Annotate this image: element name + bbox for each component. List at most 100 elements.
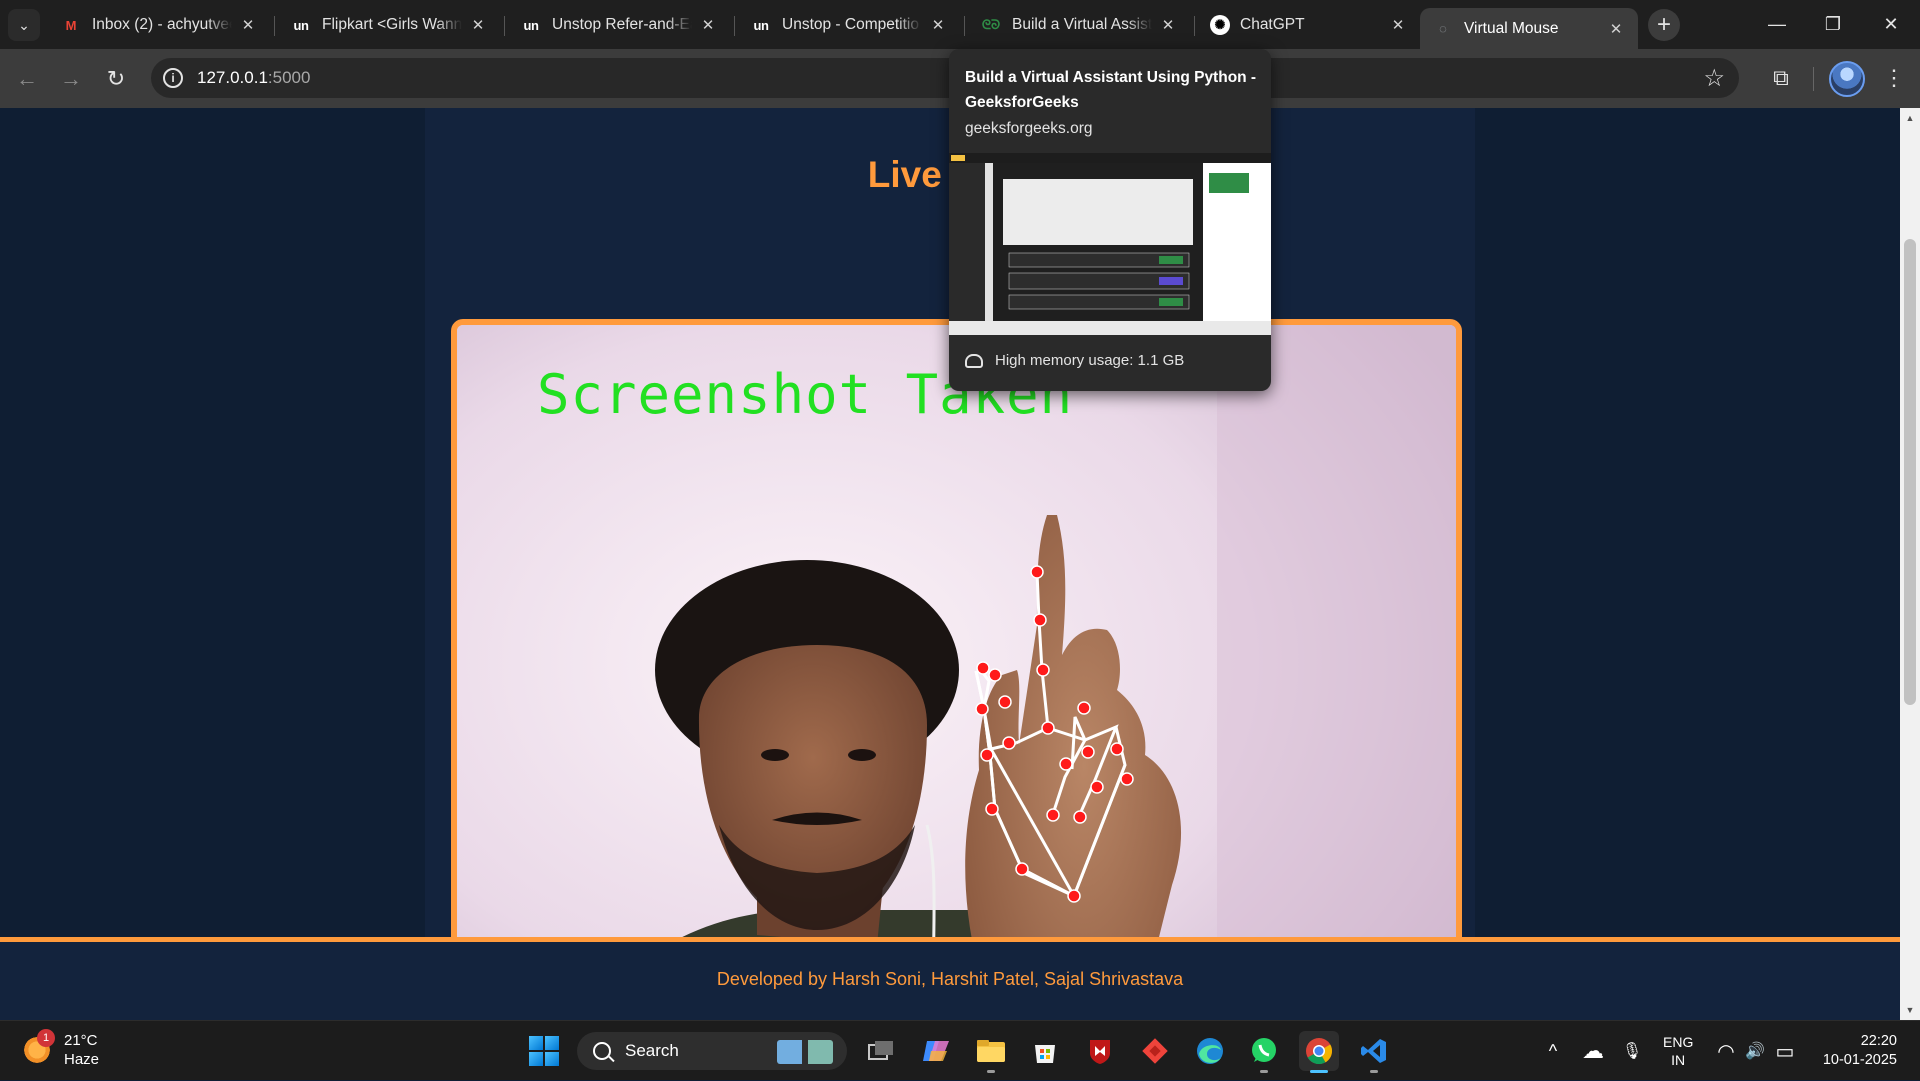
chevron-down-icon: ⌄: [18, 16, 30, 33]
new-tab-button[interactable]: +: [1648, 9, 1680, 41]
active-indicator: [1310, 1070, 1328, 1073]
battery-button[interactable]: ▭: [1772, 1021, 1798, 1081]
memory-usage-info: High memory usage: 1.1 GB: [965, 352, 1184, 369]
weather-widget[interactable]: 1 21°C Haze: [22, 1029, 99, 1069]
tab-search-button[interactable]: ⌄: [8, 9, 40, 41]
tab-separator: [504, 16, 505, 36]
microsoft-store-button[interactable]: [1025, 1031, 1065, 1071]
tab-title: Unstop Refer-and-Ea: [552, 16, 692, 33]
copilot-icon: [923, 1041, 949, 1061]
edge-icon: [1197, 1038, 1223, 1064]
tab-unstop-competitions[interactable]: un Unstop - Competitio ✕: [738, 6, 960, 44]
task-view-button[interactable]: [861, 1031, 901, 1071]
input-language-indicator[interactable]: ENG IN: [1663, 1033, 1693, 1069]
tab-flipkart[interactable]: un Flipkart <Girls Wanna ✕: [278, 6, 500, 44]
restore-button[interactable]: ❐: [1810, 8, 1856, 40]
url-host: 127.0.0.1: [197, 68, 268, 87]
store-icon: [1035, 1045, 1055, 1063]
address-bar[interactable]: i 127.0.0.1:5000 ☆: [151, 58, 1739, 98]
restore-icon: ❐: [1824, 13, 1842, 34]
url-text[interactable]: 127.0.0.1:5000: [197, 68, 310, 88]
close-icon: ✕: [1883, 13, 1899, 34]
vscode-button[interactable]: [1354, 1031, 1394, 1073]
scroll-up-arrow-icon[interactable]: ▲: [1900, 110, 1920, 126]
whatsapp-icon: [1252, 1038, 1276, 1062]
close-icon[interactable]: ✕: [238, 15, 258, 35]
scroll-down-arrow-icon[interactable]: ▼: [1900, 1002, 1920, 1018]
wifi-button[interactable]: ◠: [1713, 1021, 1739, 1081]
start-button[interactable]: [529, 1036, 559, 1066]
bookmark-star-icon[interactable]: ☆: [1703, 64, 1725, 93]
clock-date: 10-01-2025: [1822, 1052, 1897, 1068]
close-icon[interactable]: ✕: [698, 15, 718, 35]
tab-unstop-refer[interactable]: un Unstop Refer-and-Ea ✕: [508, 6, 730, 44]
minimize-icon: —: [1768, 13, 1786, 34]
running-indicator: [1370, 1070, 1378, 1073]
weather-sun-icon: 1: [22, 1029, 55, 1065]
arrow-right-icon: →: [60, 66, 82, 91]
wifi-icon: ◠: [1717, 1040, 1735, 1063]
close-icon[interactable]: ✕: [468, 15, 488, 35]
tab-separator: [964, 16, 965, 36]
unstop-icon: un: [523, 17, 539, 33]
close-icon[interactable]: ✕: [1388, 15, 1408, 35]
geeksforgeeks-icon: ᘓᘐ: [981, 17, 1001, 32]
memory-usage-text: High memory usage: 1.1 GB: [995, 352, 1185, 369]
cloud-icon: ☁: [1582, 1038, 1604, 1063]
close-icon[interactable]: ✕: [1158, 15, 1178, 35]
close-icon[interactable]: ✕: [928, 15, 948, 35]
hover-card-domain: geeksforgeeks.org: [965, 120, 1093, 137]
reload-icon: ↻: [106, 66, 126, 91]
unstop-icon: un: [293, 17, 309, 33]
show-hidden-icons-button[interactable]: ^: [1540, 1021, 1566, 1081]
tab-title: Unstop - Competitio: [782, 16, 919, 33]
taskbar-search[interactable]: Search: [577, 1032, 847, 1070]
tab-strip: ⌄ M Inbox (2) - achyutvee ✕ un Flipkart …: [0, 0, 1920, 49]
chrome-button[interactable]: [1299, 1031, 1339, 1073]
site-info-icon[interactable]: i: [163, 68, 183, 88]
chatgpt-icon: ✺: [1210, 15, 1230, 35]
extensions-button[interactable]: ⧉: [1763, 60, 1799, 96]
reload-button[interactable]: ↻: [98, 61, 134, 97]
puzzle-icon: ⧉: [1773, 65, 1789, 90]
volume-button[interactable]: 🔊: [1742, 1021, 1768, 1081]
gauge-icon: [965, 353, 983, 368]
minimize-button[interactable]: —: [1754, 8, 1800, 40]
tab-gmail[interactable]: M Inbox (2) - achyutvee ✕: [48, 6, 270, 44]
page-footer: Developed by Harsh Soni, Harshit Patel, …: [0, 937, 1900, 1020]
file-explorer-button[interactable]: [971, 1031, 1011, 1073]
globe-icon: ◌: [1439, 21, 1447, 36]
page-scrollbar[interactable]: ▲ ▼: [1900, 108, 1920, 1020]
anydesk-button[interactable]: [1135, 1031, 1175, 1071]
volume-icon: 🔊: [1745, 1043, 1765, 1060]
edge-button[interactable]: [1190, 1031, 1230, 1071]
url-port: :5000: [267, 68, 311, 87]
notification-badge: 1: [37, 1029, 55, 1047]
copilot-button[interactable]: [916, 1031, 956, 1071]
microphone-icon: 🎙: [1621, 1043, 1643, 1060]
tab-separator: [274, 16, 275, 36]
toolbar-divider: [1813, 67, 1814, 91]
tab-title: Inbox (2) - achyutvee: [92, 16, 232, 33]
kebab-menu-icon: ⋮: [1883, 65, 1905, 90]
tab-virtual-mouse[interactable]: ◌ Virtual Mouse ✕: [1420, 8, 1638, 49]
chrome-icon: [1306, 1038, 1333, 1065]
close-icon[interactable]: ✕: [1606, 19, 1626, 39]
tab-geeksforgeeks[interactable]: ᘓᘐ Build a Virtual Assista ✕: [968, 6, 1190, 44]
tab-chatgpt[interactable]: ✺ ChatGPT ✕: [1198, 6, 1420, 44]
whatsapp-button[interactable]: [1244, 1031, 1284, 1073]
profile-avatar[interactable]: [1829, 61, 1865, 97]
tab-separator: [1194, 16, 1195, 36]
back-button[interactable]: ←: [9, 61, 45, 97]
tab-title: Build a Virtual Assista: [1012, 16, 1152, 33]
microphone-button[interactable]: 🎙: [1618, 1021, 1646, 1081]
forward-button[interactable]: →: [53, 61, 89, 97]
mcafee-button[interactable]: [1080, 1031, 1120, 1071]
chrome-menu-button[interactable]: ⋮: [1876, 60, 1912, 96]
system-clock[interactable]: 22:20 10-01-2025: [1815, 1032, 1897, 1070]
folder-icon: [977, 1040, 1005, 1062]
window-close-button[interactable]: ✕: [1868, 8, 1914, 40]
scrollbar-thumb[interactable]: [1904, 239, 1916, 705]
onedrive-button[interactable]: ☁: [1578, 1021, 1608, 1081]
footer-credits: Developed by Harsh Soni, Harshit Patel, …: [716, 969, 1184, 989]
